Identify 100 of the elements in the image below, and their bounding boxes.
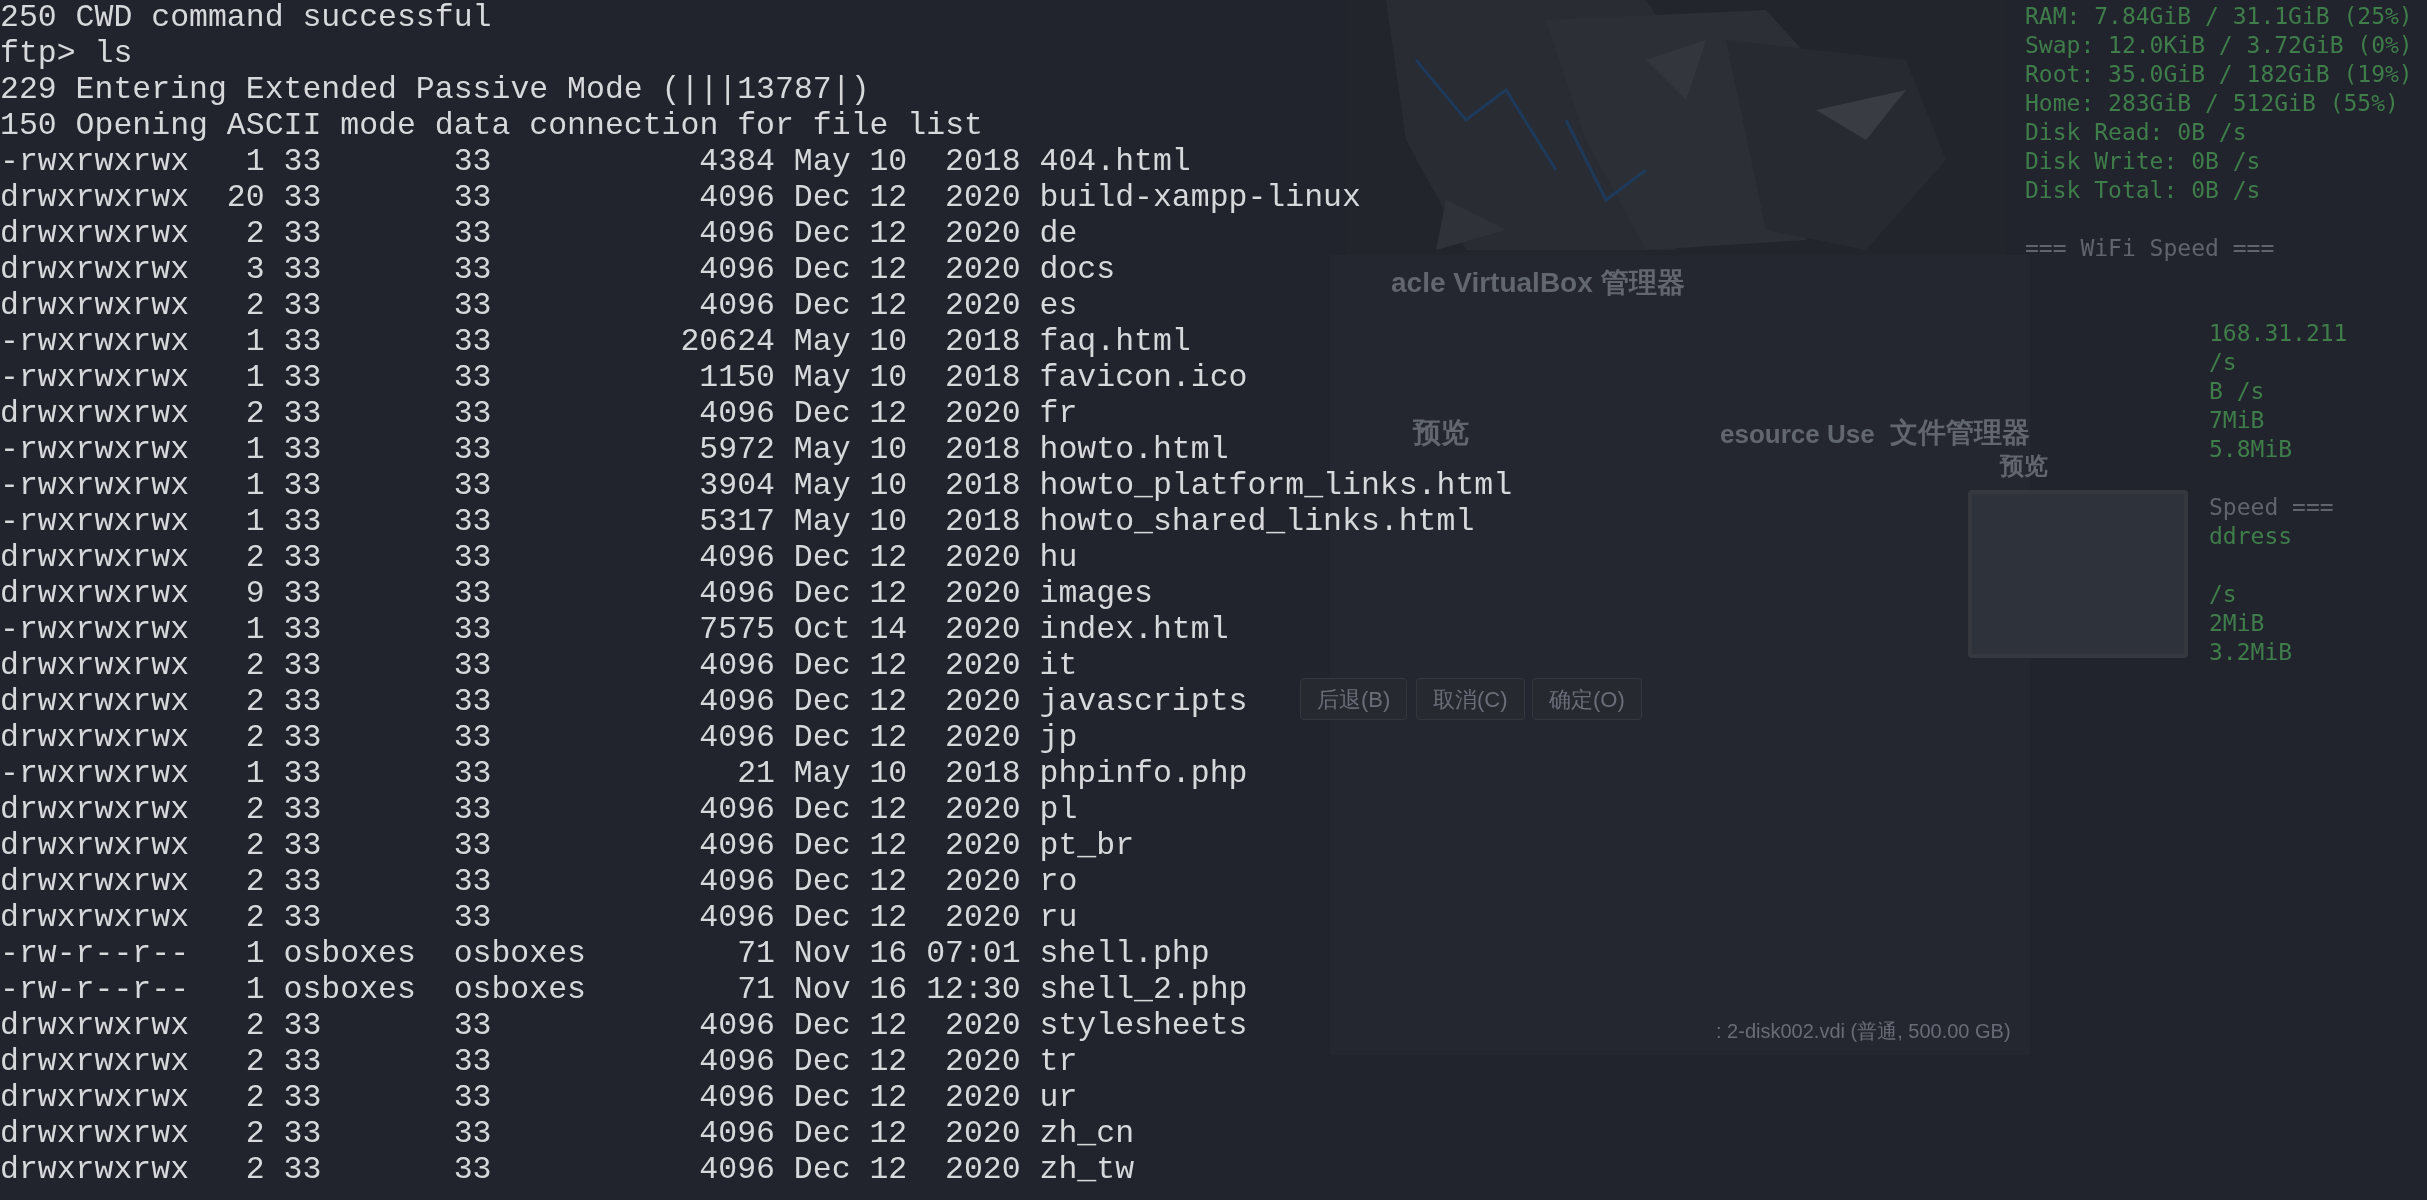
permissions-text: -rwxrwxrwx xyxy=(0,504,189,540)
size-text: 5317 xyxy=(698,504,775,540)
day-text: 16 xyxy=(869,972,908,1008)
permissions-text: drwxrwxrwx xyxy=(0,792,189,828)
month-text: Dec xyxy=(793,180,851,216)
dialog-button[interactable]: 取消(C) xyxy=(1416,678,1525,720)
size-text: 4096 xyxy=(698,396,775,432)
monitor-stat: Disk Write: 0B /s xyxy=(2025,147,2261,176)
group-text: 33 xyxy=(453,864,493,900)
size-text: 4096 xyxy=(698,576,775,612)
size-text: 4096 xyxy=(698,864,775,900)
month-text: Dec xyxy=(793,720,851,756)
group-text: 33 xyxy=(453,216,493,252)
time-text: 2020 xyxy=(944,1044,1021,1080)
link-count: 9 xyxy=(244,576,265,612)
owner-text: 33 xyxy=(283,216,323,252)
terminal-line: 229 Entering Extended Passive Mode (|||13787|) xyxy=(0,72,870,108)
month-text: Nov xyxy=(793,936,851,972)
owner-text: 33 xyxy=(283,684,323,720)
size-text: 71 xyxy=(736,972,775,1008)
link-count: 2 xyxy=(244,720,265,756)
monitor-stat: B /s xyxy=(2209,377,2265,406)
link-count: 1 xyxy=(244,144,265,180)
permissions-text: -rw-r--r-- xyxy=(0,972,189,1008)
owner-text: 33 xyxy=(283,1008,323,1044)
group-text: 33 xyxy=(453,648,493,684)
link-count: 2 xyxy=(244,216,265,252)
owner-text: 33 xyxy=(283,468,323,504)
group-text: 33 xyxy=(453,792,493,828)
day-text: 12 xyxy=(869,1008,908,1044)
file-name: howto_platform_links.html xyxy=(1039,468,1513,504)
monitor-stat: Root: 35.0GiB / 182GiB (19%) xyxy=(2025,60,2413,89)
owner-text: 33 xyxy=(283,360,323,396)
day-text: 12 xyxy=(869,540,908,576)
file-name: hu xyxy=(1039,540,1078,576)
link-count: 2 xyxy=(244,540,265,576)
panel-label: 预览 xyxy=(1413,416,1469,450)
size-text: 4096 xyxy=(698,900,775,936)
group-text: 33 xyxy=(453,1008,493,1044)
size-text: 4096 xyxy=(698,828,775,864)
permissions-text: drwxrwxrwx xyxy=(0,684,189,720)
owner-text: 33 xyxy=(283,612,323,648)
month-text: May xyxy=(793,468,851,504)
file-name: favicon.ico xyxy=(1039,360,1248,396)
size-text: 4096 xyxy=(698,216,775,252)
group-text: 33 xyxy=(453,576,493,612)
dialog-button[interactable]: 确定(O) xyxy=(1532,678,1642,720)
time-text: 2020 xyxy=(944,1080,1021,1116)
group-text: 33 xyxy=(453,288,493,324)
day-text: 10 xyxy=(869,504,908,540)
file-name: pt_br xyxy=(1039,828,1135,864)
month-text: Dec xyxy=(793,576,851,612)
link-count: 3 xyxy=(244,252,265,288)
time-text: 2018 xyxy=(944,144,1021,180)
group-text: 33 xyxy=(453,144,493,180)
time-text: 2020 xyxy=(944,684,1021,720)
link-count: 1 xyxy=(244,324,265,360)
monitor-stat: ddress xyxy=(2209,522,2293,551)
file-name: fr xyxy=(1039,396,1078,432)
link-count: 2 xyxy=(244,288,265,324)
month-text: Dec xyxy=(793,684,851,720)
monitor-stat: 7MiB xyxy=(2209,406,2265,435)
group-text: 33 xyxy=(453,432,493,468)
group-text: 33 xyxy=(453,612,493,648)
time-text: 2020 xyxy=(944,288,1021,324)
group-text: 33 xyxy=(453,324,493,360)
size-text: 4096 xyxy=(698,288,775,324)
group-text: 33 xyxy=(453,180,493,216)
size-text: 4384 xyxy=(698,144,775,180)
monitor-heading: Speed === xyxy=(2209,493,2334,522)
time-text: 2020 xyxy=(944,1152,1021,1188)
link-count: 2 xyxy=(244,792,265,828)
owner-text: 33 xyxy=(283,756,323,792)
file-name: jp xyxy=(1039,720,1078,756)
month-text: May xyxy=(793,360,851,396)
day-text: 12 xyxy=(869,1044,908,1080)
month-text: Dec xyxy=(793,252,851,288)
time-text: 2020 xyxy=(944,180,1021,216)
time-text: 2020 xyxy=(944,792,1021,828)
group-text: 33 xyxy=(453,900,493,936)
month-text: May xyxy=(793,324,851,360)
link-count: 1 xyxy=(244,936,265,972)
owner-text: 33 xyxy=(283,1116,323,1152)
day-text: 14 xyxy=(869,612,908,648)
time-text: 2020 xyxy=(944,900,1021,936)
link-count: 1 xyxy=(244,504,265,540)
day-text: 12 xyxy=(869,792,908,828)
owner-text: 33 xyxy=(283,504,323,540)
owner-text: 33 xyxy=(283,324,323,360)
group-text: 33 xyxy=(453,828,493,864)
month-text: Dec xyxy=(793,540,851,576)
owner-text: 33 xyxy=(283,1044,323,1080)
permissions-text: drwxrwxrwx xyxy=(0,900,189,936)
dialog-button[interactable]: 后退(B) xyxy=(1300,678,1408,720)
time-text: 2018 xyxy=(944,360,1021,396)
owner-text: 33 xyxy=(283,144,323,180)
size-text: 4096 xyxy=(698,1116,775,1152)
terminal-line: ftp> ls xyxy=(0,36,133,72)
day-text: 10 xyxy=(869,432,908,468)
link-count: 1 xyxy=(244,432,265,468)
